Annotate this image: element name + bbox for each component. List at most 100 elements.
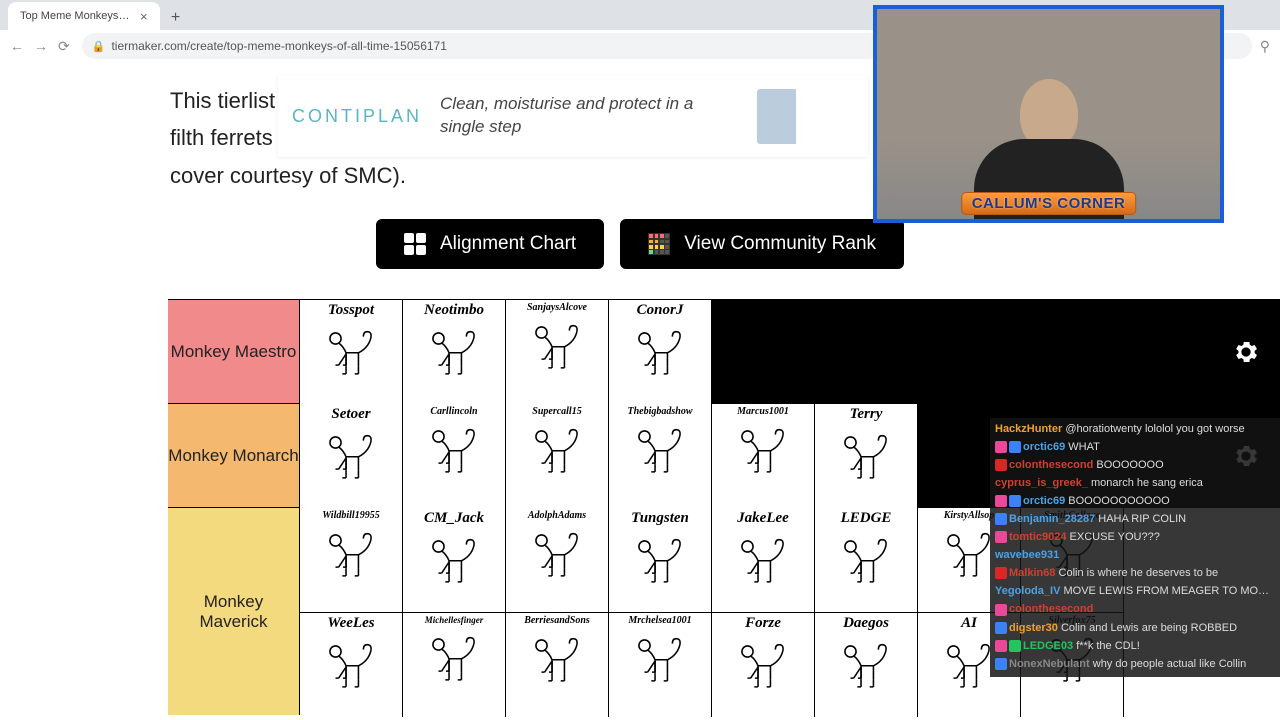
chat-username[interactable]: orctic69: [1023, 495, 1065, 507]
tier-item[interactable]: Carllincoln: [403, 404, 506, 508]
tier-item[interactable]: Forze: [712, 613, 815, 717]
chat-overlay[interactable]: HackzHunter @horatiotwenty lololol you g…: [990, 418, 1280, 677]
lock-icon: 🔒: [92, 40, 106, 53]
tier-item-name: Tosspot: [328, 302, 374, 319]
tier-item[interactable]: WeeLes: [300, 613, 403, 717]
tier-item[interactable]: Terry: [815, 404, 918, 508]
webcam-overlay: CALLUM'S CORNER: [873, 5, 1224, 223]
tier-item[interactable]: Wildbill19955: [300, 508, 403, 612]
alignment-chart-label: Alignment Chart: [440, 233, 576, 255]
chat-text: BOOOOOOOOOOO: [1068, 495, 1169, 507]
close-icon[interactable]: ×: [140, 9, 148, 24]
chat-badge-icon: [1009, 441, 1021, 453]
chat-message: Yegoloda_IV MOVE LEWIS FROM MEAGER TO MO…: [995, 583, 1275, 600]
tier-item[interactable]: Setoer: [300, 404, 403, 508]
chat-username[interactable]: colonthesecond: [1009, 459, 1093, 471]
tier-item[interactable]: CM_Jack: [403, 508, 506, 612]
tier-item[interactable]: ConorJ: [609, 300, 712, 404]
chat-message: tomtic9024 EXCUSE YOU???: [995, 529, 1275, 546]
monkey-icon: [629, 421, 691, 483]
reload-icon[interactable]: ⟳: [58, 38, 70, 55]
tier-item-name: Wildbill19955: [322, 510, 379, 521]
ad-text: Clean, moisturise and protect in a singl…: [440, 93, 739, 139]
tier-items: Tosspot Neotimbo SanjaysAlcove ConorJ: [300, 300, 712, 403]
tier-item-name: JakeLee: [737, 510, 789, 527]
alignment-chart-button[interactable]: Alignment Chart: [376, 219, 604, 269]
tier-item[interactable]: Tungsten: [609, 508, 712, 612]
chat-message: Benjamin_28287 HAHA RIP COLIN: [995, 511, 1275, 528]
chat-username[interactable]: HackzHunter: [995, 423, 1062, 435]
chat-text: MOVE LEWIS FROM MEAGER TO MONARCH: [1063, 585, 1275, 597]
chat-badge-icon: [995, 531, 1007, 543]
chat-username[interactable]: Benjamin_28287: [1009, 513, 1095, 525]
new-tab-button[interactable]: +: [164, 6, 188, 30]
chat-text: @horatiotwenty lololol you got worse: [1065, 423, 1244, 435]
chat-badge-icon: [995, 441, 1007, 453]
tier-item-name: Setoer: [331, 406, 370, 423]
chat-text: HAHA RIP COLIN: [1098, 513, 1186, 525]
monkey-icon: [732, 636, 794, 698]
tier-item-name: AdolphAdams: [528, 510, 586, 521]
chat-username[interactable]: colonthesecond: [1009, 603, 1093, 615]
chat-username[interactable]: Yegoloda_IV: [995, 585, 1060, 597]
chat-username[interactable]: NonexNebulant: [1009, 658, 1090, 670]
tier-item[interactable]: SanjaysAlcove: [506, 300, 609, 404]
gear-icon[interactable]: [1232, 338, 1260, 366]
chat-badge-icon: [995, 495, 1007, 507]
tab-title: Top Meme Monkeys of ...: [20, 10, 130, 22]
tier-label[interactable]: Monkey Maestro: [168, 300, 300, 403]
tier-item[interactable]: Tosspot: [300, 300, 403, 404]
tier-item-name: BerriesandSons: [524, 615, 590, 626]
forward-icon[interactable]: →: [34, 38, 48, 55]
monkey-icon: [320, 323, 382, 385]
tier-item[interactable]: JakeLee: [712, 508, 815, 612]
tier-item[interactable]: BerriesandSons: [506, 613, 609, 717]
tier-item[interactable]: Mrchelsea1001: [609, 613, 712, 717]
tier-item[interactable]: Marcus1001: [712, 404, 815, 508]
tier-item[interactable]: AdolphAdams: [506, 508, 609, 612]
search-icon[interactable]: ⚲: [1260, 38, 1270, 55]
community-rank-button[interactable]: View Community Rank: [620, 219, 904, 269]
chat-badge-icon: [995, 513, 1007, 525]
tier-item[interactable]: Supercall15: [506, 404, 609, 508]
tier-item-name: Carllincoln: [430, 406, 477, 417]
chat-badge-icon: [995, 567, 1007, 579]
chat-username[interactable]: digster30: [1009, 622, 1058, 634]
back-icon[interactable]: ←: [10, 38, 24, 55]
chat-message: orctic69 WHAT: [995, 439, 1275, 456]
tier-item[interactable]: Daegos: [815, 613, 918, 717]
chat-message: colonthesecond BOOOOOOO: [995, 457, 1275, 474]
tier-label[interactable]: Monkey Monarch: [168, 404, 300, 507]
monkey-icon: [526, 525, 588, 587]
monkey-icon: [423, 323, 485, 385]
tier-item-name: Thebigbadshow: [627, 406, 692, 417]
tier-item[interactable]: Thebigbadshow: [609, 404, 712, 508]
tier-item[interactable]: Michellesfinger: [403, 613, 506, 717]
tier-item-name: CM_Jack: [424, 510, 484, 527]
chat-message: cyprus_is_greek_ monarch he sang erica: [995, 475, 1275, 492]
tier-item-name: ConorJ: [637, 302, 684, 319]
ad-banner[interactable]: CONTIPLAN Clean, moisturise and protect …: [278, 75, 868, 157]
chat-username[interactable]: cyprus_is_greek_: [995, 477, 1088, 489]
chat-username[interactable]: tomtic9024: [1009, 531, 1066, 543]
chat-username[interactable]: orctic69: [1023, 441, 1065, 453]
chat-text: monarch he sang erica: [1091, 477, 1203, 489]
tier-item-name: Supercall15: [532, 406, 581, 417]
tier-item-name: Tungsten: [631, 510, 689, 527]
monkey-icon: [423, 421, 485, 483]
monkey-icon: [835, 427, 897, 489]
button-row: Alignment Chart View Community Rank: [0, 219, 1280, 269]
chat-text: EXCUSE YOU???: [1070, 531, 1160, 543]
chat-badge-icon: [995, 640, 1007, 652]
monkey-icon: [835, 636, 897, 698]
ad-product-image: [757, 89, 854, 144]
chat-username[interactable]: wavebee931: [995, 549, 1059, 561]
chat-username[interactable]: Malkin68: [1009, 567, 1055, 579]
tier-label[interactable]: Monkey Maverick: [168, 508, 300, 715]
chat-username[interactable]: LEDGE03: [1023, 640, 1073, 652]
tier-item[interactable]: LEDGE: [815, 508, 918, 612]
monkey-icon: [320, 636, 382, 698]
chat-text: Colin and Lewis are being ROBBED: [1061, 622, 1237, 634]
browser-tab[interactable]: Top Meme Monkeys of ... ×: [8, 2, 160, 30]
tier-item[interactable]: Neotimbo: [403, 300, 506, 404]
